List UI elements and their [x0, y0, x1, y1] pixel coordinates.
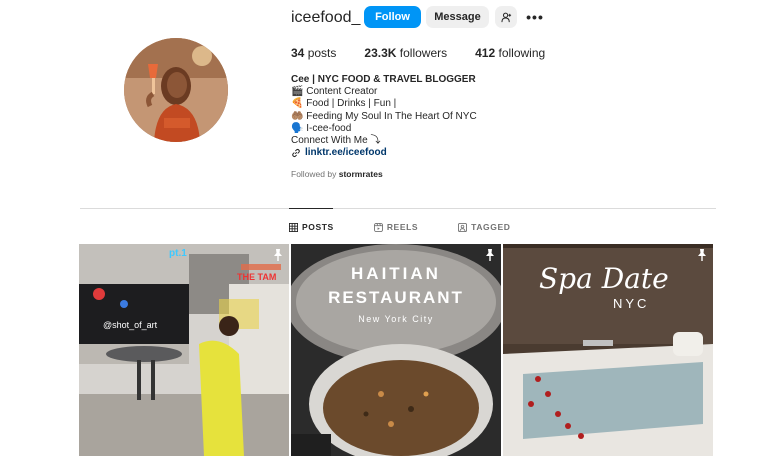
grid-icon: [289, 222, 298, 232]
bio-line-1: 🎬 Content Creator: [291, 86, 378, 98]
post-2-title-line2: RESTAURANT: [328, 288, 464, 307]
followed-by-prefix: Followed by: [291, 169, 337, 179]
post-3-title: Spa Date: [539, 262, 669, 295]
followers-count: 23.3K: [364, 46, 397, 60]
follow-button[interactable]: Follow: [364, 6, 421, 28]
bio-line-3: 🤲🏽 Feeding My Soul In The Heart Of NYC: [291, 110, 477, 122]
profile-bio: Cee | NYC FOOD & TRAVEL BLOGGER 🎬 Conten…: [291, 74, 477, 159]
tab-reels-label: REELS: [386, 222, 419, 232]
post-thumbnail-2[interactable]: HAITIAN RESTAURANT New York City: [291, 244, 501, 456]
link-icon: [292, 149, 300, 158]
post-thumbnail-1[interactable]: @shot_of_art pt.1 THE TAM: [79, 244, 289, 456]
followed-by[interactable]: Followed by stormrates: [291, 169, 383, 179]
post-1-sign: pt.1: [169, 248, 187, 259]
post-thumbnail-3[interactable]: Spa Date NYC: [503, 244, 713, 456]
more-options-button[interactable]: •••: [526, 9, 544, 25]
bio-link[interactable]: linktr.ee/iceefood: [305, 147, 387, 159]
reels-icon: [373, 222, 383, 232]
post-1-wall-text: THE TAM: [237, 272, 277, 282]
profile-avatar[interactable]: [124, 38, 228, 142]
post-2-subtitle: New York City: [358, 314, 434, 324]
add-person-icon: [500, 12, 511, 22]
tabs-divider: [80, 208, 716, 209]
tab-posts-label: POSTS: [302, 222, 334, 232]
bio-link-row[interactable]: linktr.ee/iceefood: [291, 147, 477, 159]
following-label: following: [498, 46, 546, 60]
tagged-icon: [458, 222, 468, 232]
bio-line-5: Connect With Me ⤵: [291, 135, 381, 147]
following-stat[interactable]: 412 following: [475, 46, 545, 60]
followers-label: followers: [399, 46, 448, 60]
profile-username: iceefood_: [291, 9, 361, 26]
profile-stats: 34 posts 23.3K followers 412 following: [291, 46, 573, 60]
tab-reels[interactable]: REELS: [373, 222, 419, 232]
active-tab-indicator: [289, 208, 333, 209]
posts-count: 34: [291, 46, 305, 60]
avatar-image: [124, 38, 228, 142]
tab-tagged[interactable]: TAGGED: [458, 222, 510, 232]
post-2-title-line1: HAITIAN: [351, 264, 441, 283]
posts-label: posts: [307, 46, 337, 60]
bio-line-4: 🗣️ I-cee-food: [291, 122, 352, 134]
post-1-caption: @shot_of_art: [103, 320, 158, 330]
followed-by-user[interactable]: stormrates: [339, 169, 383, 179]
bio-line-2: 🍕 Food | Drinks | Fun |: [291, 98, 397, 110]
posts-stat: 34 posts: [291, 46, 336, 60]
pinned-icon: [698, 249, 706, 261]
tab-posts[interactable]: POSTS: [289, 222, 334, 232]
profile-display-name: Cee | NYC FOOD & TRAVEL BLOGGER: [291, 74, 476, 85]
suggested-users-button[interactable]: [495, 6, 517, 28]
following-count: 412: [475, 46, 496, 60]
followers-stat[interactable]: 23.3K followers: [364, 46, 447, 60]
tab-tagged-label: TAGGED: [471, 222, 511, 232]
pinned-icon: [274, 249, 282, 261]
profile-tabs: POSTS REELS TAGGED: [289, 222, 551, 232]
more-options-icon: •••: [526, 9, 544, 25]
post-3-subtitle: NYC: [613, 296, 650, 311]
pinned-icon: [486, 249, 494, 261]
message-button[interactable]: Message: [426, 6, 489, 28]
